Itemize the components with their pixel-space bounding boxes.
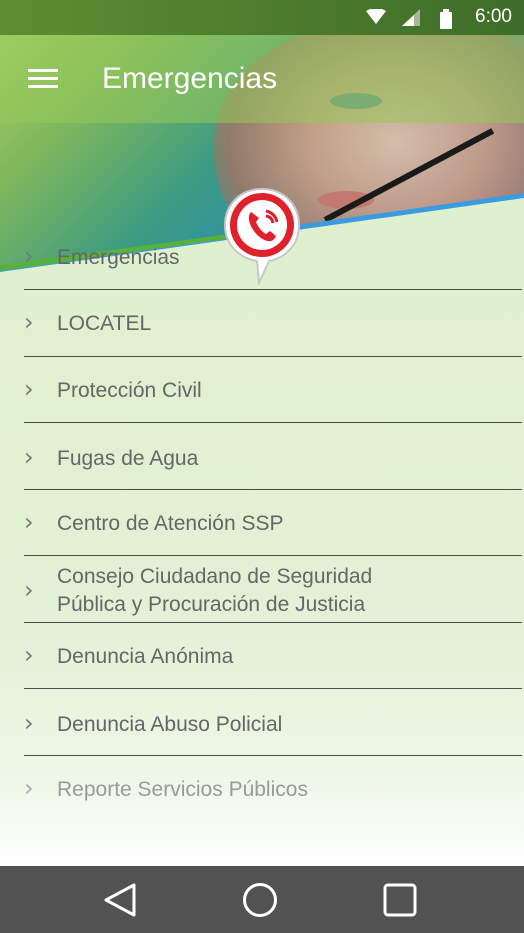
chevron-right-icon: ›	[24, 308, 34, 336]
battery-icon	[440, 9, 452, 29]
chevron-right-icon: ›	[24, 774, 34, 802]
signal-icon	[402, 9, 420, 26]
chevron-right-icon: ›	[24, 576, 34, 604]
chevron-right-icon: ›	[24, 508, 34, 536]
list-item-denuncia-abuso-policial[interactable]: › Denuncia Abuso Policial	[24, 689, 522, 756]
list-item-centro-atencion-ssp[interactable]: › Centro de Atención SSP	[24, 490, 522, 556]
chevron-right-icon: ›	[24, 375, 34, 403]
list-item-locatel[interactable]: › LOCATEL	[24, 290, 522, 357]
list-item-denuncia-anonima[interactable]: › Denuncia Anónima	[24, 623, 522, 689]
list-item-consejo-ciudadano[interactable]: › Consejo Ciudadano de Seguridad Pública…	[24, 556, 522, 623]
recents-icon[interactable]	[382, 882, 418, 918]
list-item-fugas-de-agua[interactable]: › Fugas de Agua	[24, 423, 522, 490]
status-bar: 6:00	[0, 0, 524, 35]
chevron-right-icon: ›	[24, 641, 34, 669]
home-icon[interactable]	[242, 882, 278, 918]
list-item-proteccion-civil[interactable]: › Protección Civil	[24, 357, 522, 423]
list-item-reporte-servicios[interactable]: › Reporte Servicios Públicos	[24, 756, 522, 806]
status-time: 6:00	[475, 6, 512, 27]
chevron-right-icon: ›	[24, 443, 34, 471]
chevron-right-icon: ›	[24, 242, 34, 270]
page-title: Emergencias	[102, 62, 278, 95]
chevron-right-icon: ›	[24, 709, 34, 737]
back-icon[interactable]	[102, 882, 138, 918]
wifi-icon	[366, 9, 386, 24]
phone-badge-icon	[223, 187, 301, 285]
hamburger-menu-icon[interactable]	[28, 69, 58, 89]
app-bar: Emergencias	[0, 35, 524, 123]
navigation-bar	[0, 866, 524, 933]
